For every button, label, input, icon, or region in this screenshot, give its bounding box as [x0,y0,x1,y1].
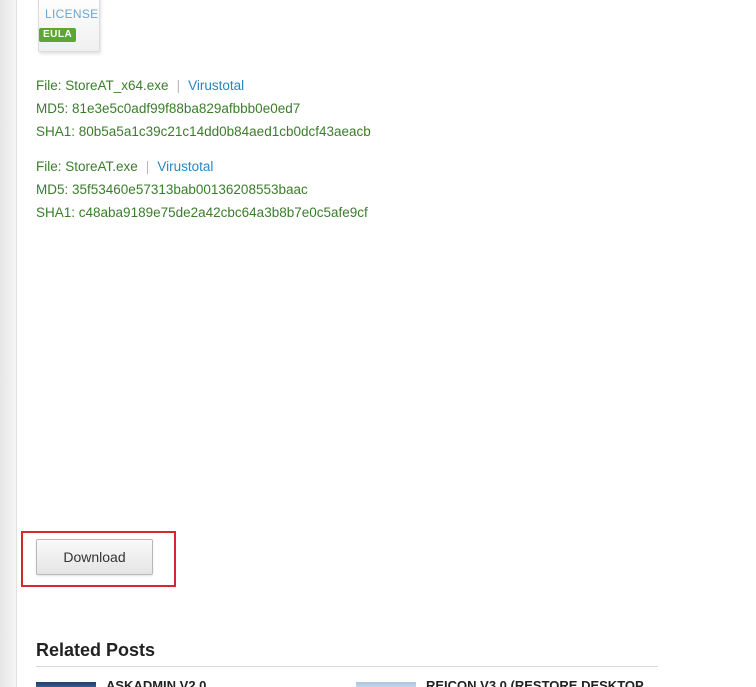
separator: | [145,159,150,174]
page: LICENSE EULA File: StoreAT_x64.exe | Virus… [0,0,756,687]
divider [36,666,658,667]
related-post-title[interactable]: ASKADMIN V2.0 [106,678,206,687]
sha1-hash: SHA1: c48aba9189e75de2a42cbc64a3b8b7e0c5… [36,205,368,220]
file-info-x86: File: StoreAT.exe | Virustotal MD5: 35f534… [36,155,368,224]
virustotal-link[interactable]: Virustotal [188,78,244,93]
md5-hash: MD5: 35f53460e57313bab00136208553baac [36,182,308,197]
related-post-thumbnail[interactable] [36,682,96,687]
virustotal-link[interactable]: Virustotal [157,159,213,174]
file-row: File: StoreAT.exe | Virustotal [36,155,368,178]
separator: | [176,78,181,93]
related-post-title[interactable]: REICON V3.0 (RESTORE DESKTOP [426,678,644,687]
download-button[interactable]: Download [36,539,153,575]
md5-hash: MD5: 81e3e5c0adf99f88ba829afbbb0e0ed7 [36,101,301,116]
left-sidebar-shadow [0,0,17,687]
license-label: LICENSE [45,7,99,21]
sha1-hash: SHA1: 80b5a5a1c39c21c14dd0b84aed1cb0dcf4… [36,124,371,139]
related-post-thumbnail[interactable] [356,682,416,687]
eula-badge: EULA [39,28,77,42]
file-row: File: StoreAT_x64.exe | Virustotal [36,74,371,97]
related-posts-heading: Related Posts [36,640,156,660]
file-name: File: StoreAT.exe [36,159,138,174]
file-name: File: StoreAT_x64.exe [36,78,169,93]
file-info-x64: File: StoreAT_x64.exe | Virustotal MD5: 81… [36,74,371,143]
